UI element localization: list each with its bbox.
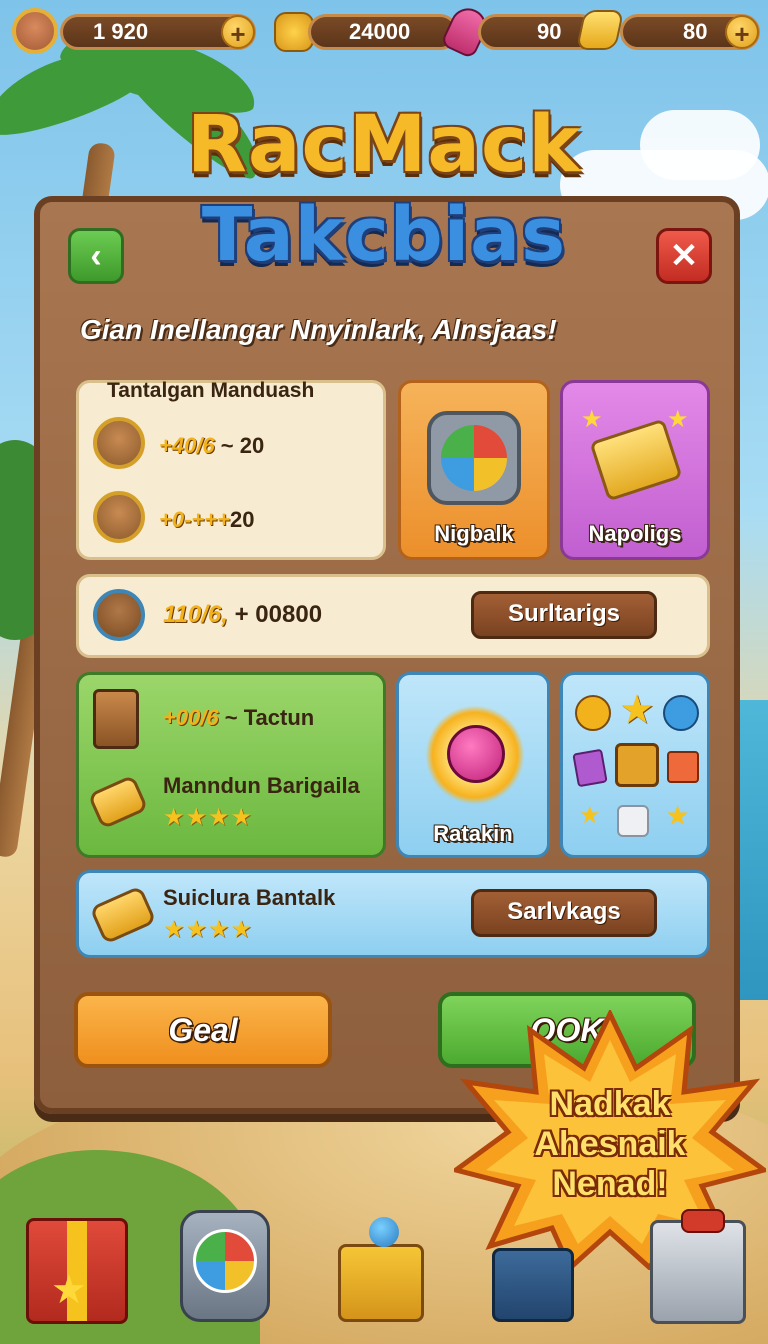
offer-1-text: 110/6, + 00800 — [163, 601, 322, 629]
cube-icon — [617, 805, 649, 837]
burst-line-1: Nadkak — [549, 1085, 671, 1123]
chest-icon — [615, 743, 659, 787]
reward-card-main[interactable]: Tantalgan Manduash +40/6 ~ 20 +0-+++20 — [76, 379, 386, 560]
add-lives-button[interactable]: + — [221, 15, 255, 49]
card-icon — [572, 748, 608, 788]
gems-value: 80 — [683, 19, 708, 44]
items-card[interactable]: ★ ★ ★ — [560, 672, 710, 858]
box-icon — [667, 751, 699, 783]
offer-strip-2: Suiclura Bantalk ★★★★ Sarlvkags — [76, 870, 710, 958]
character-icon — [93, 589, 145, 641]
lives-counter: 1 920 + — [60, 14, 256, 50]
offer-2-button[interactable]: Sarlvkags — [471, 889, 657, 937]
row2-bonus: +0-+++ — [159, 507, 230, 532]
spin-wheel-icon — [441, 425, 507, 491]
star-icon: ★ — [579, 802, 601, 829]
reward-row-2: +0-+++20 — [159, 507, 254, 533]
star-icon: ★ — [51, 1268, 87, 1312]
card4-rest: ~ Tactun — [218, 705, 315, 730]
stopwatch-face — [193, 1229, 257, 1293]
add-gems-button[interactable]: + — [725, 15, 759, 49]
potion-icon — [369, 1217, 399, 1247]
rating-stars: ★★★★ — [163, 804, 254, 831]
main-panel: ‹ ✕ Gian Inellangar Nnyinlark, Alnsjaas!… — [34, 196, 740, 1114]
gear-icon — [663, 695, 699, 731]
wheel-frame — [427, 411, 521, 505]
wheel-card-label: Nigbalk — [434, 521, 514, 546]
treasure-box-icon[interactable] — [338, 1217, 424, 1322]
burst-line-3: Nenad! — [552, 1165, 668, 1203]
gift-box-icon[interactable]: ★ — [26, 1218, 128, 1324]
ticket-icon — [87, 774, 149, 830]
wheel-card[interactable]: Nigbalk — [398, 380, 550, 560]
title-line-1: RacMack — [186, 100, 582, 190]
bolt-icon — [575, 10, 625, 50]
resource-bar: 1 920 + 24000 90 80 + — [8, 2, 760, 60]
suitcase-icon[interactable] — [492, 1248, 574, 1322]
drink-icon — [93, 689, 139, 749]
card4-bonus: +00/6 — [163, 705, 219, 730]
card-heading: Tantalgan Manduash — [107, 379, 315, 402]
cancel-button[interactable]: Geal — [74, 992, 332, 1068]
title-line-2: Takcbias — [201, 192, 567, 278]
star-icon: ★ — [667, 406, 689, 433]
potion-card[interactable]: Ratakin — [396, 672, 550, 858]
gems-counter: 80 + — [620, 14, 760, 50]
panel-subtitle: Gian Inellangar Nnyinlark, Alnsjaas! — [80, 314, 557, 345]
avatar-icon[interactable] — [12, 8, 58, 54]
offer-1-bonus: 110/6, — [163, 601, 228, 628]
card4-row: +00/6 ~ Tactun — [163, 705, 314, 731]
character-icon — [93, 417, 145, 469]
row1-rest: ~ 20 — [214, 433, 265, 458]
row2-rest: 20 — [229, 507, 255, 532]
row1-bonus: +40/6 — [159, 433, 215, 458]
card4-name: Manndun Barigaila — [163, 773, 360, 798]
machine-icon[interactable] — [650, 1209, 746, 1324]
lives-value: 1 920 — [93, 19, 149, 44]
coins-value: 24000 — [349, 19, 411, 44]
offer-1-value: + 00800 — [234, 601, 323, 628]
stopwatch-icon[interactable] — [180, 1210, 270, 1322]
ticket-icon — [89, 885, 157, 945]
potion-icon — [447, 725, 505, 783]
star-icon: ★ — [665, 800, 691, 831]
character-icon — [93, 491, 145, 543]
burst-line-2: Ahesnaik — [534, 1125, 686, 1163]
potion-card-label: Ratakin — [433, 821, 513, 846]
coins-counter: 24000 — [308, 14, 458, 50]
offer-1-button[interactable]: Surltarigs — [471, 591, 657, 639]
offer-2-name: Suiclura Bantalk — [163, 885, 336, 910]
starburst-text: Nadkak Ahesnaik Nenad! — [454, 1084, 766, 1204]
star-icon: ★ — [619, 688, 655, 732]
reward-card-green[interactable]: +00/6 ~ Tactun Manndun Barigaila ★★★★ — [76, 672, 386, 858]
coin-icon — [575, 695, 611, 731]
gold-card[interactable]: ★ ★ Napoligs — [560, 380, 710, 560]
offer-strip-1: 110/6, + 00800 Surltarigs — [76, 574, 710, 658]
star-icon: ★ — [581, 406, 603, 433]
reward-row-1: +40/6 ~ 20 — [159, 433, 264, 459]
boosters-value: 90 — [537, 19, 562, 44]
machine-top — [681, 1209, 725, 1233]
rating-stars: ★★★★ — [163, 916, 254, 943]
gold-card-label: Napoligs — [588, 521, 682, 546]
